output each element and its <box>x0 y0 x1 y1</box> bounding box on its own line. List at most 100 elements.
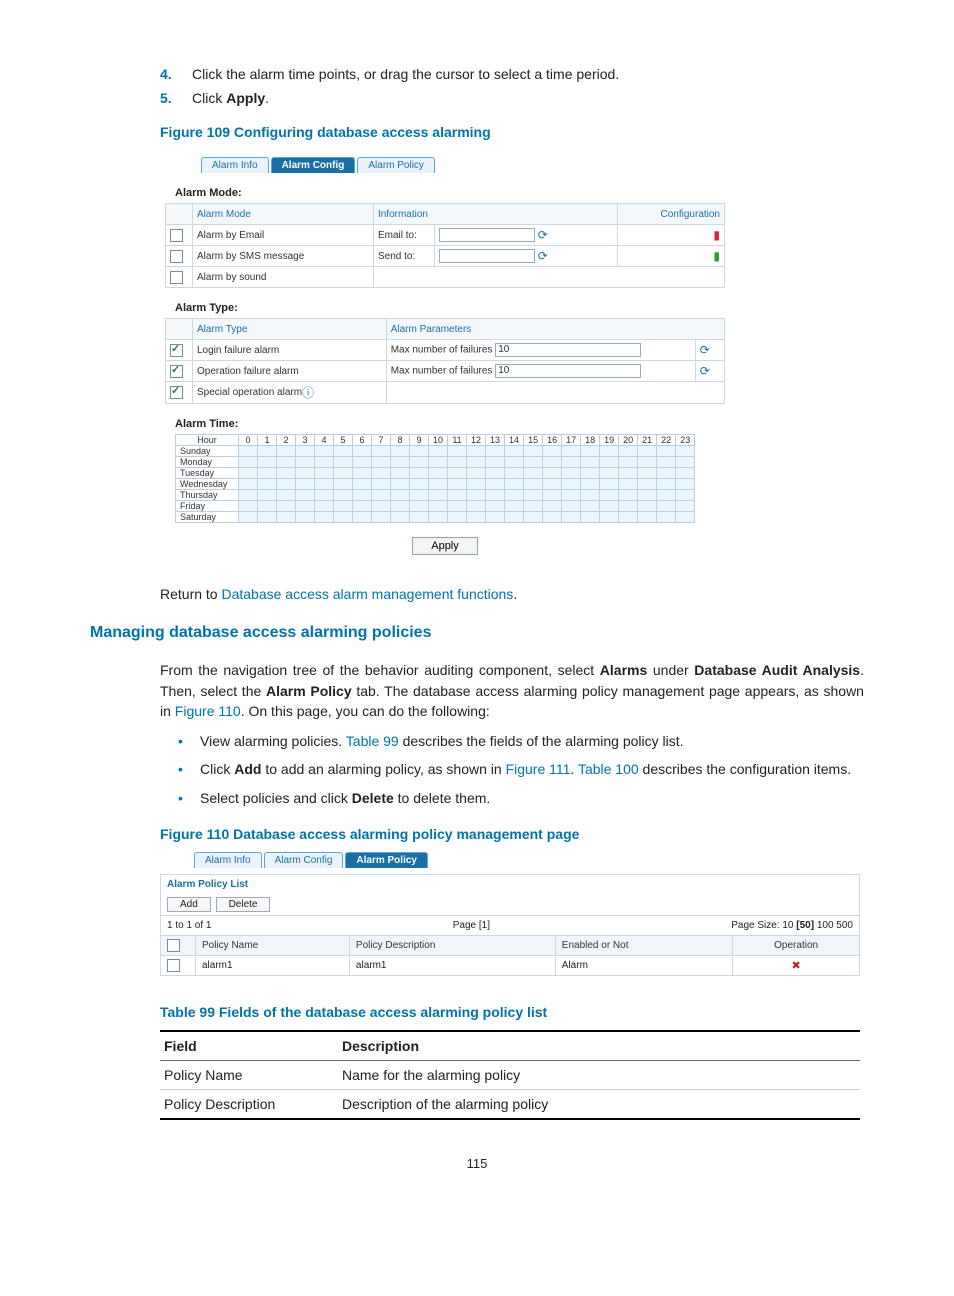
time-cell[interactable] <box>258 457 277 468</box>
time-cell[interactable] <box>334 512 353 523</box>
time-cell[interactable] <box>353 501 372 512</box>
time-cell[interactable] <box>600 446 619 457</box>
time-cell[interactable] <box>315 512 334 523</box>
time-cell[interactable] <box>391 479 410 490</box>
time-cell[interactable] <box>410 446 429 457</box>
link[interactable]: Table 100 <box>578 761 639 777</box>
checkbox[interactable] <box>170 344 183 357</box>
time-cell[interactable] <box>657 457 676 468</box>
time-cell[interactable] <box>391 501 410 512</box>
time-cell[interactable] <box>676 501 695 512</box>
time-cell[interactable] <box>524 468 543 479</box>
time-cell[interactable] <box>505 457 524 468</box>
time-cell[interactable] <box>619 446 638 457</box>
time-cell[interactable] <box>562 479 581 490</box>
time-cell[interactable] <box>562 446 581 457</box>
time-cell[interactable] <box>638 479 657 490</box>
add-button[interactable]: Add <box>167 897 211 912</box>
time-cell[interactable] <box>315 501 334 512</box>
alarm-time-grid[interactable]: Hour012345678910111213141516171819202122… <box>175 434 695 523</box>
send-to-input[interactable] <box>439 249 535 263</box>
time-cell[interactable] <box>372 501 391 512</box>
time-cell[interactable] <box>467 446 486 457</box>
time-cell[interactable] <box>676 457 695 468</box>
time-cell[interactable] <box>543 446 562 457</box>
time-cell[interactable] <box>239 457 258 468</box>
time-cell[interactable] <box>258 479 277 490</box>
time-cell[interactable] <box>486 501 505 512</box>
checkbox[interactable] <box>167 959 180 972</box>
time-cell[interactable] <box>353 479 372 490</box>
checkbox[interactable] <box>170 365 183 378</box>
time-cell[interactable] <box>676 468 695 479</box>
time-cell[interactable] <box>239 446 258 457</box>
time-cell[interactable] <box>372 468 391 479</box>
time-cell[interactable] <box>543 512 562 523</box>
time-cell[interactable] <box>543 468 562 479</box>
time-cell[interactable] <box>505 501 524 512</box>
config-icon[interactable]: ▮ <box>713 228 720 242</box>
time-cell[interactable] <box>600 457 619 468</box>
refresh-icon[interactable]: ⟳ <box>700 364 710 378</box>
time-cell[interactable] <box>334 479 353 490</box>
link[interactable]: Table 99 <box>346 733 399 749</box>
time-cell[interactable] <box>258 490 277 501</box>
checkbox[interactable] <box>170 250 183 263</box>
time-cell[interactable] <box>391 512 410 523</box>
time-cell[interactable] <box>277 468 296 479</box>
time-cell[interactable] <box>524 512 543 523</box>
max-failures-input[interactable]: 10 <box>495 364 641 378</box>
time-cell[interactable] <box>505 479 524 490</box>
time-cell[interactable] <box>334 457 353 468</box>
tab-alarm-config[interactable]: Alarm Config <box>264 852 344 868</box>
time-cell[interactable] <box>638 490 657 501</box>
time-cell[interactable] <box>467 512 486 523</box>
tab-alarm-policy[interactable]: Alarm Policy <box>357 157 435 173</box>
time-cell[interactable] <box>410 512 429 523</box>
time-cell[interactable] <box>315 479 334 490</box>
time-cell[interactable] <box>277 446 296 457</box>
time-cell[interactable] <box>410 457 429 468</box>
time-cell[interactable] <box>562 490 581 501</box>
time-cell[interactable] <box>638 468 657 479</box>
time-cell[interactable] <box>277 501 296 512</box>
time-cell[interactable] <box>562 468 581 479</box>
refresh-icon[interactable]: ⟳ <box>538 249 548 263</box>
time-cell[interactable] <box>372 457 391 468</box>
time-cell[interactable] <box>524 446 543 457</box>
text[interactable]: 100 500 <box>814 920 853 931</box>
time-cell[interactable] <box>296 501 315 512</box>
time-cell[interactable] <box>258 501 277 512</box>
link[interactable]: Figure 110 <box>175 703 241 719</box>
time-cell[interactable] <box>277 479 296 490</box>
time-cell[interactable] <box>429 446 448 457</box>
time-cell[interactable] <box>600 490 619 501</box>
time-cell[interactable] <box>581 446 600 457</box>
time-cell[interactable] <box>619 501 638 512</box>
tab-alarm-info[interactable]: Alarm Info <box>201 157 269 173</box>
time-cell[interactable] <box>391 446 410 457</box>
time-cell[interactable] <box>638 446 657 457</box>
time-cell[interactable] <box>296 457 315 468</box>
time-cell[interactable] <box>486 457 505 468</box>
time-cell[interactable] <box>372 446 391 457</box>
time-cell[interactable] <box>353 512 372 523</box>
tab-alarm-policy[interactable]: Alarm Policy <box>345 852 428 868</box>
time-cell[interactable] <box>448 512 467 523</box>
time-cell[interactable] <box>467 457 486 468</box>
time-cell[interactable] <box>296 468 315 479</box>
time-cell[interactable] <box>600 512 619 523</box>
time-cell[interactable] <box>429 501 448 512</box>
time-cell[interactable] <box>638 457 657 468</box>
time-cell[interactable] <box>353 446 372 457</box>
time-cell[interactable] <box>600 479 619 490</box>
time-cell[interactable] <box>334 501 353 512</box>
checkbox[interactable] <box>170 271 183 284</box>
time-cell[interactable] <box>543 490 562 501</box>
time-cell[interactable] <box>467 490 486 501</box>
time-cell[interactable] <box>657 468 676 479</box>
refresh-icon[interactable]: ⟳ <box>538 228 548 242</box>
time-cell[interactable] <box>410 501 429 512</box>
time-cell[interactable] <box>581 479 600 490</box>
time-cell[interactable] <box>657 446 676 457</box>
